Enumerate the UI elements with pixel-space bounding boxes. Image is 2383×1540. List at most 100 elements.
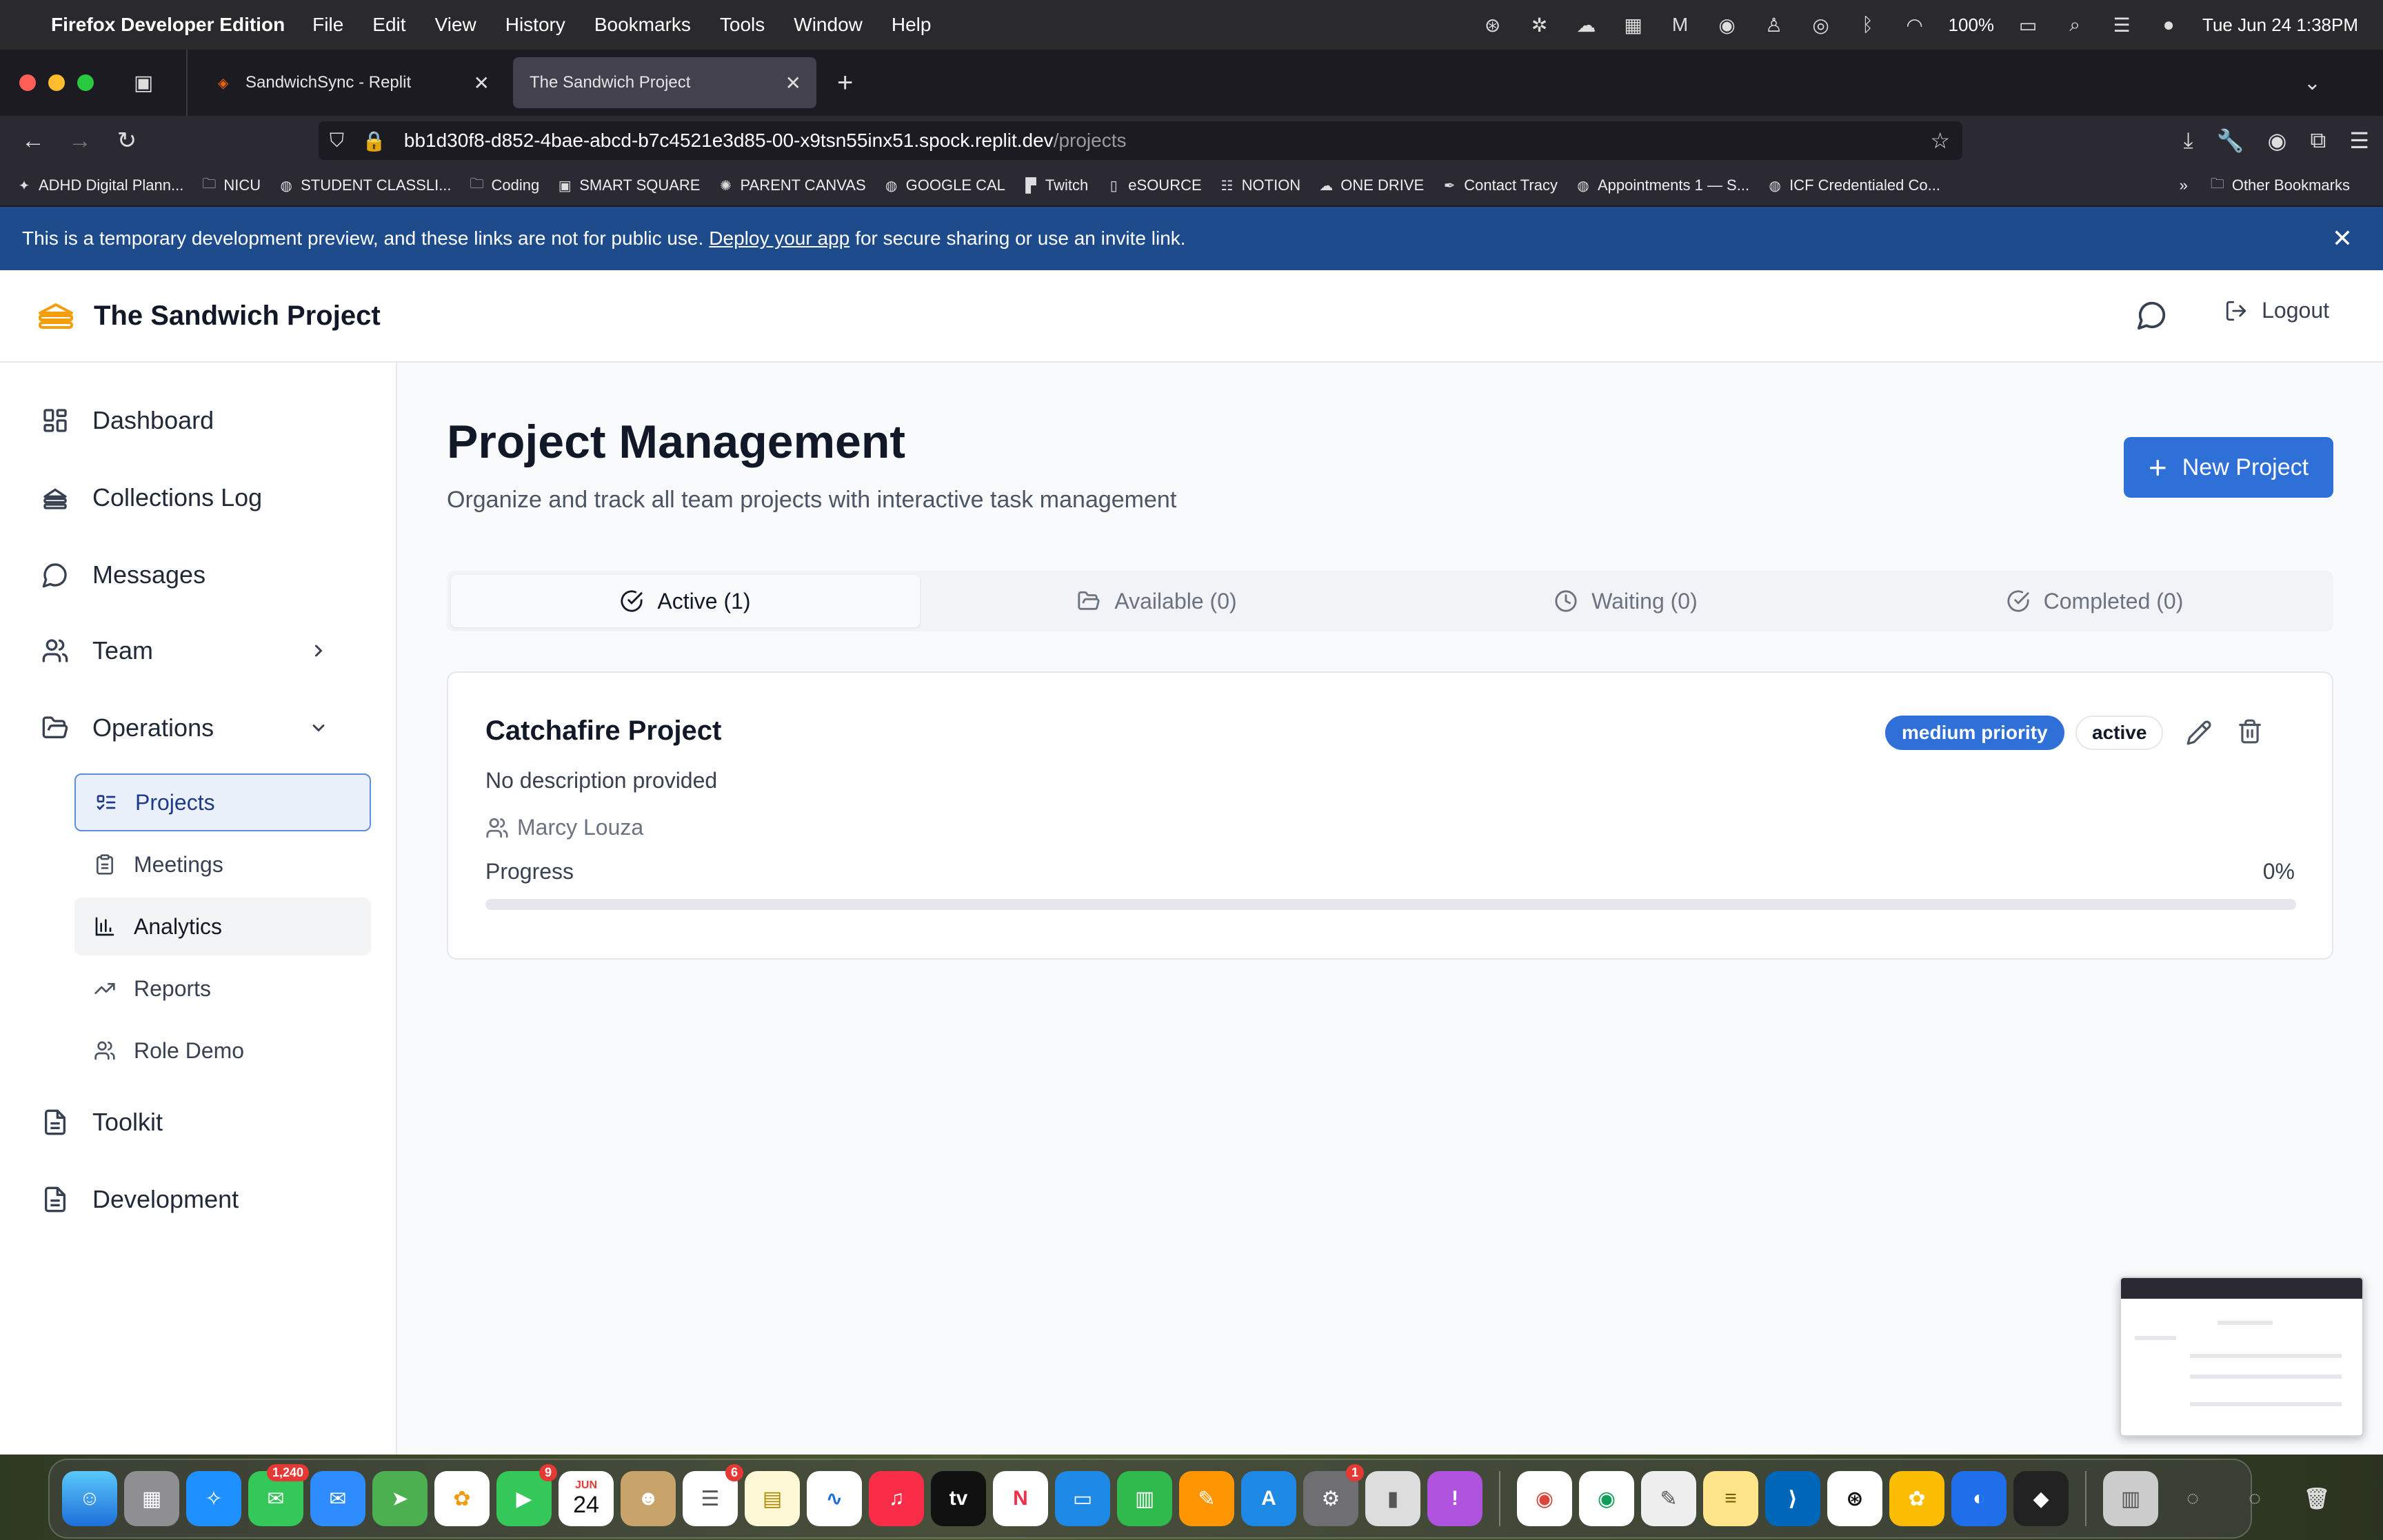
downloads-stack-icon[interactable]: ◌ — [2165, 1471, 2220, 1526]
menu-bookmarks[interactable]: Bookmarks — [594, 14, 691, 36]
lock-icon[interactable]: 🔒 — [362, 130, 386, 152]
chatgpt-status-icon[interactable]: ⊛ — [1480, 12, 1506, 38]
tab-waiting[interactable]: Waiting (0) — [1391, 575, 1860, 627]
close-tab-icon[interactable]: ✕ — [474, 72, 490, 94]
deploy-app-link[interactable]: Deploy your app — [709, 227, 849, 250]
trash-icon[interactable]: 🗑 — [2289, 1471, 2344, 1526]
chat-icon[interactable] — [2136, 299, 2168, 331]
extensions-icon[interactable]: ⧉ — [2310, 128, 2326, 154]
back-arrow-icon[interactable]: ← — [19, 128, 47, 154]
bookmark-item[interactable]: ▣ SMART SQUARE — [556, 176, 701, 194]
menu-history[interactable]: History — [505, 14, 565, 36]
list-all-tabs-icon[interactable]: ⌄ — [2304, 71, 2321, 95]
app-menu-icon[interactable]: ☰ — [2349, 128, 2369, 154]
sidebar-subitem-role-demo[interactable]: Role Demo — [74, 1022, 371, 1080]
more-bookmarks-chevron-icon[interactable]: » — [2180, 176, 2188, 194]
project-card[interactable]: Catchafire Project medium priority activ… — [447, 671, 2333, 960]
music-icon[interactable]: ♫ — [869, 1471, 924, 1526]
launchpad-icon[interactable]: ▦ — [124, 1471, 179, 1526]
m-status-icon[interactable]: M — [1667, 12, 1693, 38]
sidebar-subitem-reports[interactable]: Reports — [74, 960, 371, 1017]
keynote-icon[interactable]: ▭ — [1055, 1471, 1110, 1526]
apple-tv-icon[interactable]: tv — [931, 1471, 986, 1526]
bookmark-item[interactable]: ◍ STUDENT CLASSLI... — [277, 176, 451, 194]
bookmark-item[interactable]: ◍ Appointments 1 — S... — [1574, 176, 1749, 194]
bookmark-item[interactable]: ✦ ADHD Digital Plann... — [15, 176, 184, 194]
sidebar-item-operations[interactable]: Operations — [41, 700, 365, 756]
vscode-icon[interactable]: ⟩ — [1765, 1471, 1820, 1526]
menu-tools[interactable]: Tools — [720, 14, 765, 36]
photos-icon[interactable]: ✿ — [434, 1471, 490, 1526]
bookmark-star-icon[interactable]: ☆ — [1930, 128, 1950, 154]
reminders-icon[interactable]: ☰ 6 — [683, 1464, 743, 1526]
account-icon[interactable]: ◉ — [2268, 128, 2287, 154]
url-bar[interactable]: ⛉ 🔒 bb1d30f8-d852-4bae-abcd-b7c4521e3d85… — [319, 121, 1962, 160]
other-bookmarks-folder[interactable]: 🗀 Other Bookmarks — [2209, 176, 2350, 194]
google-photos-icon[interactable]: ✿ — [1889, 1471, 1944, 1526]
sidebar-subitem-meetings[interactable]: Meetings — [74, 835, 371, 893]
person-status-icon[interactable]: ♙ — [1761, 12, 1787, 38]
project-name[interactable]: Catchafire Project — [485, 716, 721, 747]
unity-icon[interactable]: ◆ — [2013, 1471, 2069, 1526]
sidebar-item-collections-log[interactable]: Collections Log — [41, 470, 365, 525]
reload-icon[interactable]: ↻ — [113, 127, 141, 154]
feedback-icon[interactable]: ! — [1427, 1471, 1482, 1526]
tab-available[interactable]: Available (0) — [923, 575, 1391, 627]
spotlight-search-icon[interactable]: ⌕ — [2062, 12, 2088, 38]
document-stack-icon[interactable]: ▥ — [2103, 1471, 2158, 1526]
pages-icon[interactable]: ✎ — [1179, 1471, 1234, 1526]
news-icon[interactable]: N — [993, 1471, 1048, 1526]
grid-status-icon[interactable]: ▦ — [1620, 12, 1647, 38]
freeform-icon[interactable]: ∿ — [807, 1471, 862, 1526]
menu-view[interactable]: View — [435, 14, 476, 36]
menu-edit[interactable]: Edit — [372, 14, 405, 36]
menu-app-name[interactable]: Firefox Developer Edition — [51, 14, 285, 36]
calendar-icon[interactable]: JUN 24 — [559, 1471, 614, 1526]
bookmark-item[interactable]: ▯ eSOURCE — [1105, 176, 1202, 194]
menu-clock[interactable]: Tue Jun 24 1:38PM — [2202, 14, 2358, 36]
new-tab-icon[interactable]: + — [837, 68, 853, 99]
contacts-icon[interactable]: ☻ — [621, 1471, 676, 1526]
screenshot-thumbnail[interactable] — [2120, 1277, 2364, 1437]
firefox-view-icon[interactable]: ▣ — [130, 69, 157, 97]
textedit-icon[interactable]: ✎ — [1641, 1471, 1696, 1526]
sidebar-subitem-projects[interactable]: Projects — [74, 773, 371, 831]
system-settings-icon[interactable]: ⚙ 1 — [1303, 1464, 1364, 1526]
airdrop-status-icon[interactable]: ◎ — [1808, 12, 1834, 38]
sidebar-item-toolkit[interactable]: Toolkit — [41, 1095, 365, 1150]
finder-icon[interactable]: ☺ — [62, 1471, 117, 1526]
bookmark-item[interactable]: ◍ GOOGLE CAL — [883, 176, 1005, 194]
tracking-shield-icon[interactable]: ⛉ — [330, 130, 344, 152]
bookmark-item[interactable]: ☁ ONE DRIVE — [1317, 176, 1424, 194]
sidebar-item-messages[interactable]: Messages — [41, 547, 365, 602]
logout-button[interactable]: Logout — [2224, 298, 2329, 323]
control-center-icon[interactable]: ☰ — [2109, 12, 2135, 38]
stickies-icon[interactable]: ≡ — [1703, 1471, 1758, 1526]
mail-icon[interactable]: ✉ — [310, 1471, 365, 1526]
zoom-window-button[interactable] — [77, 74, 94, 91]
close-window-button[interactable] — [19, 74, 36, 91]
browser-tab-sandwich-project[interactable]: The Sandwich Project ✕ — [513, 57, 816, 108]
downloads-icon[interactable]: ⤓ — [2184, 128, 2193, 154]
sidebar-subitem-analytics[interactable]: Analytics — [74, 898, 371, 955]
siri-icon[interactable]: ● — [2155, 12, 2182, 38]
messages-icon[interactable]: ✉ 1,240 — [248, 1464, 309, 1526]
bookmark-item[interactable]: ✒ Contact Tracy — [1440, 176, 1558, 194]
close-tab-icon[interactable]: ✕ — [785, 72, 801, 94]
app-store-icon[interactable]: A — [1241, 1471, 1296, 1526]
tab-active[interactable]: Active (1) — [451, 575, 920, 627]
wifi-icon[interactable]: ◠ — [1902, 12, 1928, 38]
trash-icon[interactable] — [2237, 718, 2263, 744]
sidebar-item-dashboard[interactable]: Dashboard — [41, 393, 365, 448]
claude-status-icon[interactable]: ✲ — [1527, 12, 1553, 38]
recent-stack-icon[interactable]: ◌ — [2227, 1471, 2282, 1526]
sidebar-item-development[interactable]: Development — [41, 1172, 365, 1227]
battery-icon[interactable]: ▭ — [2015, 12, 2041, 38]
bookmark-item[interactable]: 🗀 Coding — [468, 176, 540, 194]
new-project-button[interactable]: + New Project — [2124, 437, 2333, 498]
tinkertool-icon[interactable]: ▮ — [1365, 1471, 1420, 1526]
bookmark-item[interactable]: 🗀 NICU — [200, 176, 261, 194]
firefox-dev-icon[interactable]: ◐ — [1951, 1471, 2007, 1526]
bookmark-item[interactable]: ◍ ICF Credentialed Co... — [1766, 176, 1940, 194]
chrome-icon[interactable]: ◉ — [1517, 1471, 1572, 1526]
